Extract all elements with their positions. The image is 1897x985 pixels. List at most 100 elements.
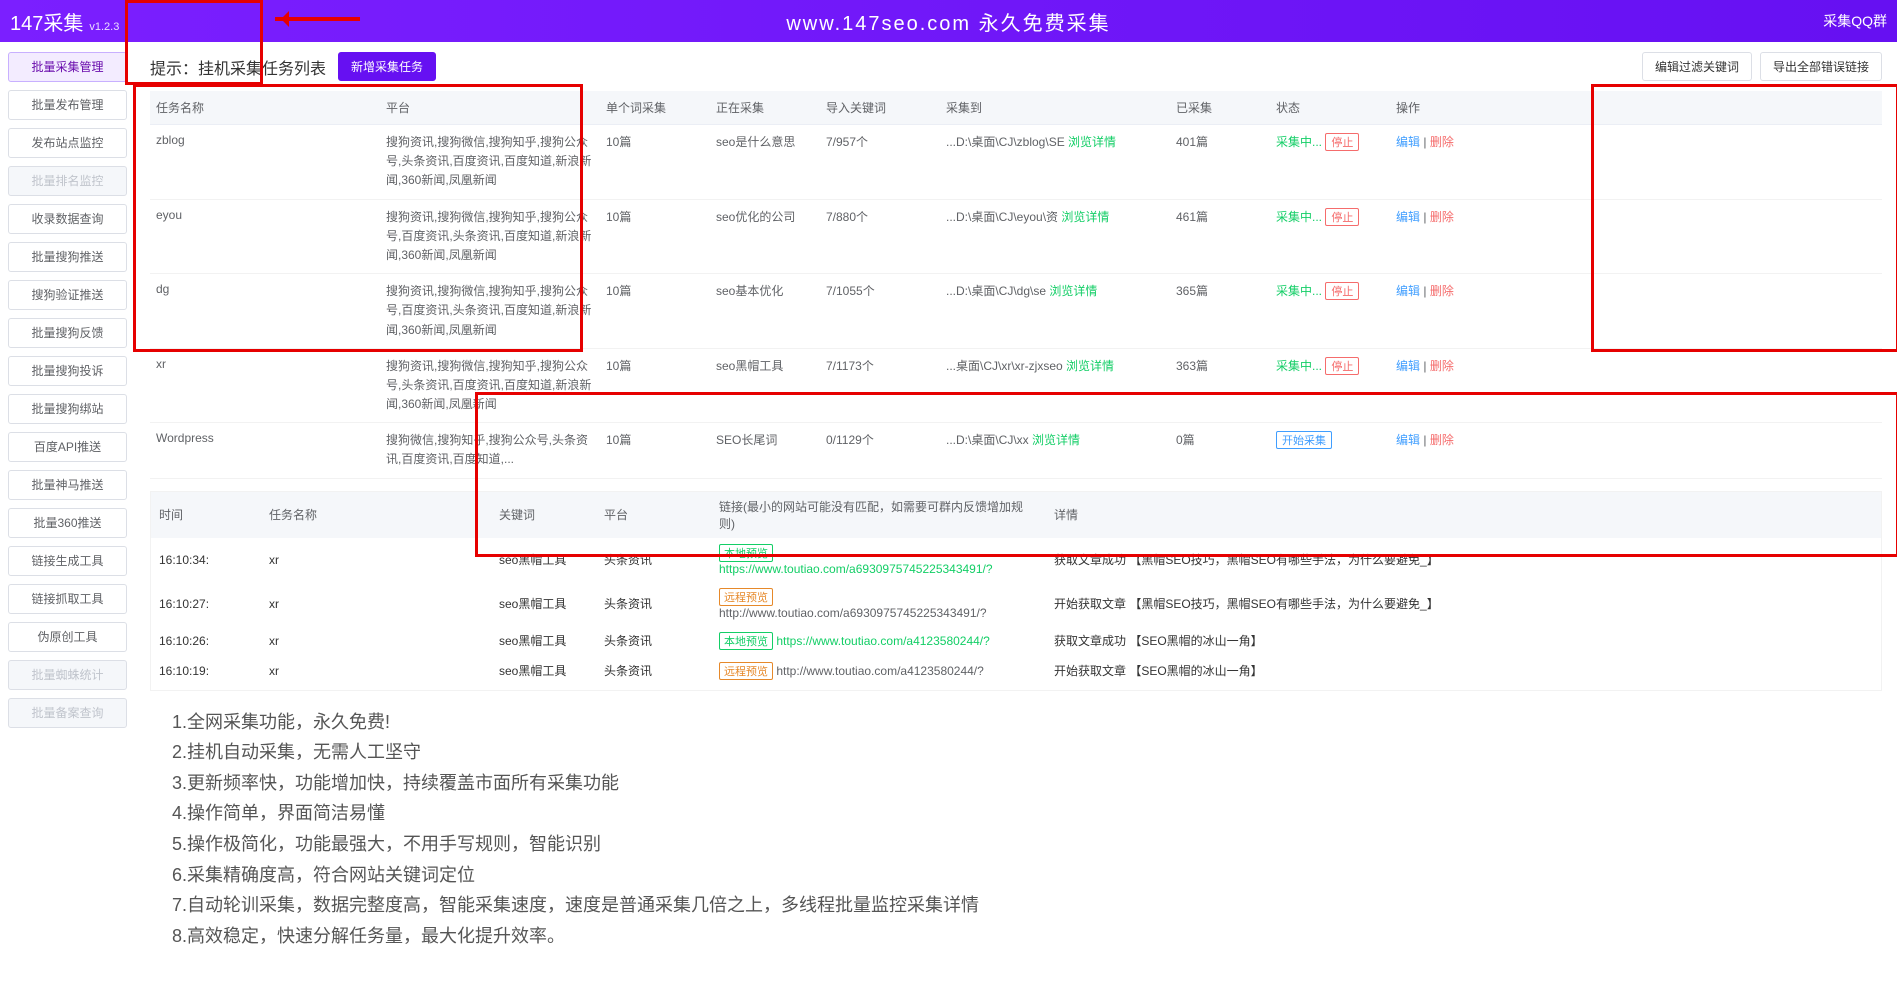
- th-platform: 平台: [380, 91, 600, 125]
- new-task-button[interactable]: 新增采集任务: [338, 52, 436, 81]
- delete-link[interactable]: 删除: [1430, 135, 1454, 149]
- cell-platform: 搜狗资讯,搜狗微信,搜狗知乎,搜狗公众号,百度资讯,头条资讯,百度知道,新浪新闻…: [380, 274, 600, 349]
- sidebar-item[interactable]: 批量搜狗反馈: [8, 318, 127, 348]
- table-row: 16:10:27:xrseo黑帽工具头条资讯远程预览 http://www.to…: [151, 582, 1881, 626]
- logs-table: 时间 任务名称 关键词 平台 链接(最小的网站可能没有匹配，如需要可群内反馈增加…: [151, 492, 1881, 691]
- local-preview-tag[interactable]: 本地预览: [719, 632, 773, 650]
- sidebar-item[interactable]: 搜狗验证推送: [8, 280, 127, 310]
- delete-link[interactable]: 删除: [1430, 284, 1454, 298]
- stop-button[interactable]: 停止: [1325, 133, 1359, 151]
- start-button[interactable]: 开始采集: [1276, 431, 1332, 449]
- cell-link: [711, 686, 1046, 691]
- remote-preview-tag[interactable]: 远程预览: [719, 588, 773, 606]
- sidebar-item[interactable]: 链接抓取工具: [8, 584, 127, 614]
- th-collected: 已采集: [1170, 91, 1270, 125]
- filter-keywords-button[interactable]: 编辑过滤关键词: [1642, 52, 1752, 81]
- cell-collected: 0篇: [1170, 423, 1270, 478]
- sidebar-item[interactable]: 收录数据查询: [8, 204, 127, 234]
- table-row: 16:10:19:xrseo黑帽工具头条资讯远程预览 http://www.to…: [151, 656, 1881, 686]
- feature-line: 8.高效稳定，快速分解任务量，最大化提升效率。: [172, 921, 1882, 952]
- sidebar-item[interactable]: 批量神马推送: [8, 470, 127, 500]
- cell-collected: 363篇: [1170, 348, 1270, 423]
- cell-keyword: seo黑帽工具: [491, 626, 596, 656]
- edit-link[interactable]: 编辑: [1396, 433, 1420, 447]
- sidebar-item[interactable]: 百度API推送: [8, 432, 127, 462]
- cell-single: 10篇: [600, 199, 710, 274]
- cell-name: zblog: [150, 125, 380, 200]
- sidebar-item[interactable]: 伪原创工具: [8, 622, 127, 652]
- cell-platform: 搜狗资讯,搜狗微信,搜狗知乎,搜狗公众号,头条资讯,百度资讯,百度知道,新浪新闻…: [380, 348, 600, 423]
- browse-link[interactable]: 浏览详情: [1061, 210, 1109, 224]
- stop-button[interactable]: 停止: [1325, 357, 1359, 375]
- sidebar-item[interactable]: 批量发布管理: [8, 90, 127, 120]
- cell-path: ...D:\桌面\CJ\xx 浏览详情: [940, 423, 1170, 478]
- delete-link[interactable]: 删除: [1430, 359, 1454, 373]
- sidebar-item[interactable]: 批量360推送: [8, 508, 127, 538]
- sidebar-item[interactable]: 发布站点监控: [8, 128, 127, 158]
- cell-name: xr: [150, 348, 380, 423]
- cell-status: 采集中... 停止: [1270, 274, 1390, 349]
- cell-imported: 7/957个: [820, 125, 940, 200]
- cell-single: 10篇: [600, 274, 710, 349]
- feature-line: 4.操作简单，界面简洁易懂: [172, 798, 1882, 829]
- th-time: 时间: [151, 492, 261, 538]
- page-hint: 提示：挂机采集任务列表: [150, 55, 326, 79]
- browse-link[interactable]: 浏览详情: [1049, 284, 1097, 298]
- cell-keyword: seo黑帽工具: [491, 582, 596, 626]
- th-single: 单个词采集: [600, 91, 710, 125]
- sidebar-item[interactable]: 批量搜狗绑站: [8, 394, 127, 424]
- cell-name: dg: [150, 274, 380, 349]
- logo-text: 147采集: [10, 7, 83, 36]
- cell-detail: 获取文章成功 【黑帽SEO技巧，黑帽SEO有哪些手法，为什么要避免_】: [1046, 538, 1881, 582]
- cell-status: 开始采集: [1270, 423, 1390, 478]
- sidebar: 批量采集管理批量发布管理发布站点监控批量排名监控收录数据查询批量搜狗推送搜狗验证…: [0, 42, 135, 971]
- sidebar-item[interactable]: 批量搜狗推送: [8, 242, 127, 272]
- cell-detail: 开始获取文章 【黑帽SEO技巧，黑帽SEO有哪些手法，为什么要避免_】: [1046, 582, 1881, 626]
- cell-detail: 开始获取文章 【SEO黑帽的冰山一角】: [1046, 656, 1881, 686]
- url-link[interactable]: https://www.toutiao.com/a4123580244/?: [776, 634, 989, 648]
- edit-link[interactable]: 编辑: [1396, 284, 1420, 298]
- status-running: 采集中...: [1276, 359, 1322, 373]
- browse-link[interactable]: 浏览详情: [1066, 359, 1114, 373]
- cell-imported: 7/1055个: [820, 274, 940, 349]
- cell-keyword: seo黑帽工具: [491, 656, 596, 686]
- local-preview-tag[interactable]: 本地预览: [719, 544, 773, 562]
- cell-collected: 401篇: [1170, 125, 1270, 200]
- sidebar-item[interactable]: 批量搜狗投诉: [8, 356, 127, 386]
- browse-link[interactable]: 浏览详情: [1032, 433, 1080, 447]
- stop-button[interactable]: 停止: [1325, 282, 1359, 300]
- sidebar-item: 批量蜘蛛统计: [8, 660, 127, 690]
- feature-line: 6.采集精确度高，符合网站关键词定位: [172, 860, 1882, 891]
- status-running: 采集中...: [1276, 284, 1322, 298]
- remote-preview-tag[interactable]: 远程预览: [719, 662, 773, 680]
- cell-imported: 7/1173个: [820, 348, 940, 423]
- export-errors-button[interactable]: 导出全部错误链接: [1760, 52, 1882, 81]
- table-row: xr搜狗资讯,搜狗微信,搜狗知乎,搜狗公众号,头条资讯,百度资讯,百度知道,新浪…: [150, 348, 1882, 423]
- feature-line: 5.操作极简化，功能最强大，不用手写规则，智能识别: [172, 829, 1882, 860]
- sidebar-item[interactable]: 链接生成工具: [8, 546, 127, 576]
- url-link[interactable]: https://www.toutiao.com/a693097574522534…: [719, 562, 993, 576]
- cell-platform: 头条资讯: [596, 626, 711, 656]
- cell-name: eyou: [150, 199, 380, 274]
- browse-link[interactable]: 浏览详情: [1068, 135, 1116, 149]
- delete-link[interactable]: 删除: [1430, 210, 1454, 224]
- cell-path: ...桌面\CJ\xr\xr-zjxseo 浏览详情: [940, 348, 1170, 423]
- cell-time: 16:10:27:: [151, 582, 261, 626]
- edit-link[interactable]: 编辑: [1396, 135, 1420, 149]
- th-running: 正在采集: [710, 91, 820, 125]
- url-link[interactable]: http://www.toutiao.com/a6930975745225343…: [719, 606, 987, 620]
- table-row: dg搜狗资讯,搜狗微信,搜狗知乎,搜狗公众号,百度资讯,头条资讯,百度知道,新浪…: [150, 274, 1882, 349]
- cell-running: seo是什么意思: [710, 125, 820, 200]
- qq-group-link[interactable]: 采集QQ群: [1823, 11, 1887, 31]
- edit-link[interactable]: 编辑: [1396, 210, 1420, 224]
- stop-button[interactable]: 停止: [1325, 208, 1359, 226]
- edit-link[interactable]: 编辑: [1396, 359, 1420, 373]
- feature-line: 3.更新频率快，功能增加快，持续覆盖市面所有采集功能: [172, 768, 1882, 799]
- cell-time: 16:10:26:: [151, 626, 261, 656]
- delete-link[interactable]: 删除: [1430, 433, 1454, 447]
- cell-task: xr: [261, 538, 491, 582]
- sidebar-item[interactable]: 批量采集管理: [8, 52, 127, 82]
- cell-platform: 头条资讯: [596, 582, 711, 626]
- th-path: 采集到: [940, 91, 1170, 125]
- url-link[interactable]: http://www.toutiao.com/a4123580244/?: [776, 664, 983, 678]
